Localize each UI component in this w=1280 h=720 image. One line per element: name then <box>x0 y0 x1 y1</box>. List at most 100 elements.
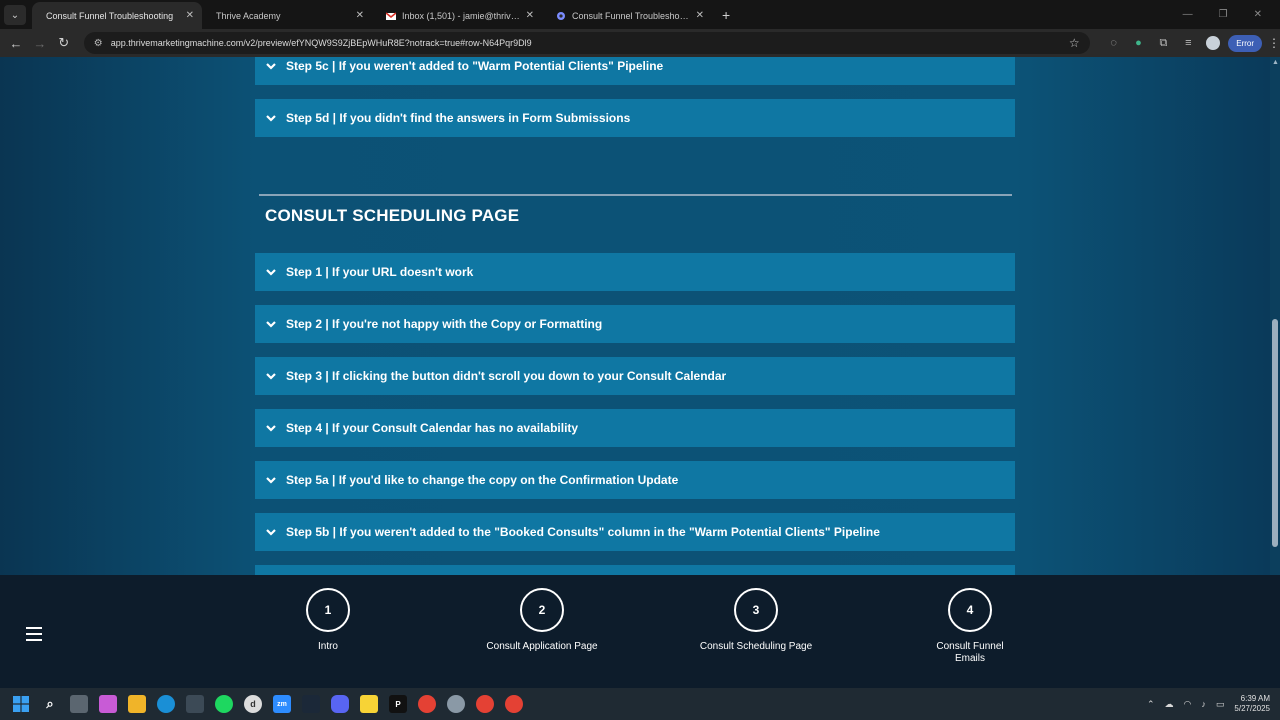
avatar[interactable] <box>1206 36 1221 50</box>
volume-icon[interactable]: ♪ <box>1201 699 1206 709</box>
gmail-icon <box>386 11 396 20</box>
accordion-step-1[interactable]: Step 1 | If your URL doesn't work <box>255 253 1015 291</box>
clock-time: 6:39 AM <box>1240 694 1270 703</box>
chrome-profile-icon[interactable] <box>476 695 494 713</box>
chrome-icon[interactable] <box>418 695 436 713</box>
close-icon[interactable]: ✕ <box>696 10 704 21</box>
minimize-icon[interactable]: — <box>1183 9 1193 20</box>
step-number-circle: 2 <box>520 588 564 632</box>
hamburger-menu-icon[interactable] <box>26 627 42 641</box>
chevron-up-icon[interactable]: ⌃ <box>1147 699 1155 710</box>
sticky-notes-icon[interactable] <box>360 695 378 713</box>
accordion-label: Step 4 | If your Consult Calendar has no… <box>286 421 579 435</box>
window-controls: — ❐ ✕ <box>1183 9 1280 29</box>
accordion-step-5d[interactable]: Step 5d | If you didn't find the answers… <box>255 99 1015 137</box>
windows-start-icon[interactable] <box>12 695 30 713</box>
chevron-down-icon <box>266 425 276 432</box>
browser-tab-bar: ⌄ Consult Funnel Troubleshooting ✕ Thriv… <box>0 0 1280 29</box>
step-label: Intro <box>317 641 338 652</box>
step-number-circle: 1 <box>306 588 350 632</box>
tab-consult-funnel-2[interactable]: Consult Funnel Troubleshooting ✕ <box>542 2 712 29</box>
more-options-icon[interactable]: ⋮ <box>1268 36 1280 50</box>
chevron-down-icon <box>266 477 276 484</box>
task-view-icon[interactable] <box>70 695 88 713</box>
section-divider <box>259 194 1012 196</box>
app-p-icon[interactable]: P <box>389 695 407 713</box>
zoom-icon[interactable]: zm <box>273 695 291 713</box>
chevron-down-icon <box>266 63 276 70</box>
accordion-step-5b[interactable]: Step 5b | If you weren't added to the "B… <box>255 513 1015 551</box>
reading-list-icon[interactable]: ≡ <box>1178 37 1198 49</box>
step-label: Consult Application Page <box>486 641 598 652</box>
wifi-icon[interactable]: ◠ <box>1184 699 1192 710</box>
close-icon[interactable]: ✕ <box>526 10 534 21</box>
file-explorer-icon[interactable] <box>128 695 146 713</box>
search-icon[interactable]: ⌕ <box>41 695 59 713</box>
accordion-label: Step 2 | If you're not happy with the Co… <box>286 317 603 331</box>
accordion-step-4[interactable]: Step 4 | If your Consult Calendar has no… <box>255 409 1015 447</box>
back-icon[interactable]: ← <box>4 36 28 51</box>
section-title: CONSULT SCHEDULING PAGE <box>265 206 520 225</box>
battery-icon[interactable]: ▭ <box>1216 699 1225 710</box>
scrollbar-thumb[interactable] <box>1272 319 1278 547</box>
nav-step-consult-emails[interactable]: 4 Consult Funnel Emails <box>890 588 1050 665</box>
accordion-step-2[interactable]: Step 2 | If you're not happy with the Co… <box>255 305 1015 343</box>
tab-title: Consult Funnel Troubleshooting <box>572 10 692 21</box>
error-badge[interactable]: Error <box>1228 34 1263 52</box>
tab-gmail-inbox[interactable]: Inbox (1,501) - jamie@thrive-a ✕ <box>372 2 542 29</box>
tab-thrive-academy[interactable]: Thrive Academy ✕ <box>202 2 372 29</box>
accordion-label: Step 5c | If you weren't added to "Warm … <box>286 59 664 73</box>
forward-icon[interactable]: → <box>28 36 52 51</box>
close-icon[interactable]: ✕ <box>186 10 194 21</box>
accordion-label: Step 5a | If you'd like to change the co… <box>286 473 679 487</box>
close-icon[interactable]: ✕ <box>356 10 364 21</box>
accordion-step-5a[interactable]: Step 5a | If you'd like to change the co… <box>255 461 1015 499</box>
clock[interactable]: 6:39 AM 5/27/2025 <box>1234 694 1270 714</box>
app-d-icon[interactable]: d <box>244 695 262 713</box>
page-scrollbar[interactable]: ▲ <box>1270 57 1280 575</box>
grammarly-icon[interactable]: ● <box>1129 37 1149 49</box>
steam-icon[interactable] <box>302 695 320 713</box>
extension-icon[interactable]: ◌ <box>1104 37 1124 49</box>
tab-title: Consult Funnel Troubleshooting <box>46 10 174 21</box>
copilot-icon[interactable] <box>99 695 117 713</box>
edge-icon[interactable] <box>157 695 175 713</box>
new-tab-button[interactable]: + <box>722 7 730 23</box>
tab-title: Thrive Academy <box>216 10 281 21</box>
step-label: Consult Funnel Emails <box>936 641 1004 664</box>
bookmark-star-icon[interactable]: ☆ <box>1069 36 1080 50</box>
chevron-down-icon <box>266 321 276 328</box>
accordion-step-5c[interactable]: Step 5c | If you weren't added to "Warm … <box>255 57 1015 85</box>
tab-consult-funnel-active[interactable]: Consult Funnel Troubleshooting ✕ <box>32 2 202 29</box>
accordion-step-next[interactable] <box>255 565 1015 575</box>
address-bar[interactable]: ⚙ app.thrivemarketingmachine.com/v2/prev… <box>83 32 1090 54</box>
chevron-down-icon <box>266 269 276 276</box>
tab-title: Inbox (1,501) - jamie@thrive-a <box>402 10 522 21</box>
extensions-puzzle-icon[interactable]: ⧉ <box>1153 37 1173 50</box>
cloud-icon[interactable]: ☁ <box>1165 699 1174 710</box>
nav-step-consult-application[interactable]: 2 Consult Application Page <box>462 588 622 653</box>
chevron-down-icon <box>266 373 276 380</box>
accordion-step-3[interactable]: Step 3 | If clicking the button didn't s… <box>255 357 1015 395</box>
store-icon[interactable] <box>186 695 204 713</box>
accordion-label: Step 3 | If clicking the button didn't s… <box>286 369 727 383</box>
spotify-icon[interactable] <box>215 695 233 713</box>
nav-step-consult-scheduling[interactable]: 3 Consult Scheduling Page <box>676 588 836 653</box>
address-toolbar: ← → ↻ ⚙ app.thrivemarketingmachine.com/v… <box>0 29 1280 57</box>
scroll-up-icon[interactable]: ▲ <box>1272 59 1279 66</box>
clock-date: 5/27/2025 <box>1234 704 1270 713</box>
accordion-label: Step 5b | If you weren't added to the "B… <box>286 525 880 539</box>
close-window-icon[interactable]: ✕ <box>1254 9 1262 20</box>
tab-search-button[interactable]: ⌄ <box>4 5 26 25</box>
step-label: Consult Scheduling Page <box>699 641 813 652</box>
maximize-icon[interactable]: ❐ <box>1219 9 1228 20</box>
chevron-down-icon <box>266 529 276 536</box>
site-info-icon[interactable]: ⚙ <box>94 38 103 49</box>
chrome-profile-2-icon[interactable] <box>505 695 523 713</box>
nav-step-intro[interactable]: 1 Intro <box>248 588 408 653</box>
reload-icon[interactable]: ↻ <box>52 35 76 51</box>
settings-gear-icon[interactable] <box>447 695 465 713</box>
page-content: Step 5c | If you weren't added to "Warm … <box>0 57 1270 575</box>
discord-icon[interactable] <box>331 695 349 713</box>
accordion-label: Step 5d | If you didn't find the answers… <box>286 111 631 125</box>
